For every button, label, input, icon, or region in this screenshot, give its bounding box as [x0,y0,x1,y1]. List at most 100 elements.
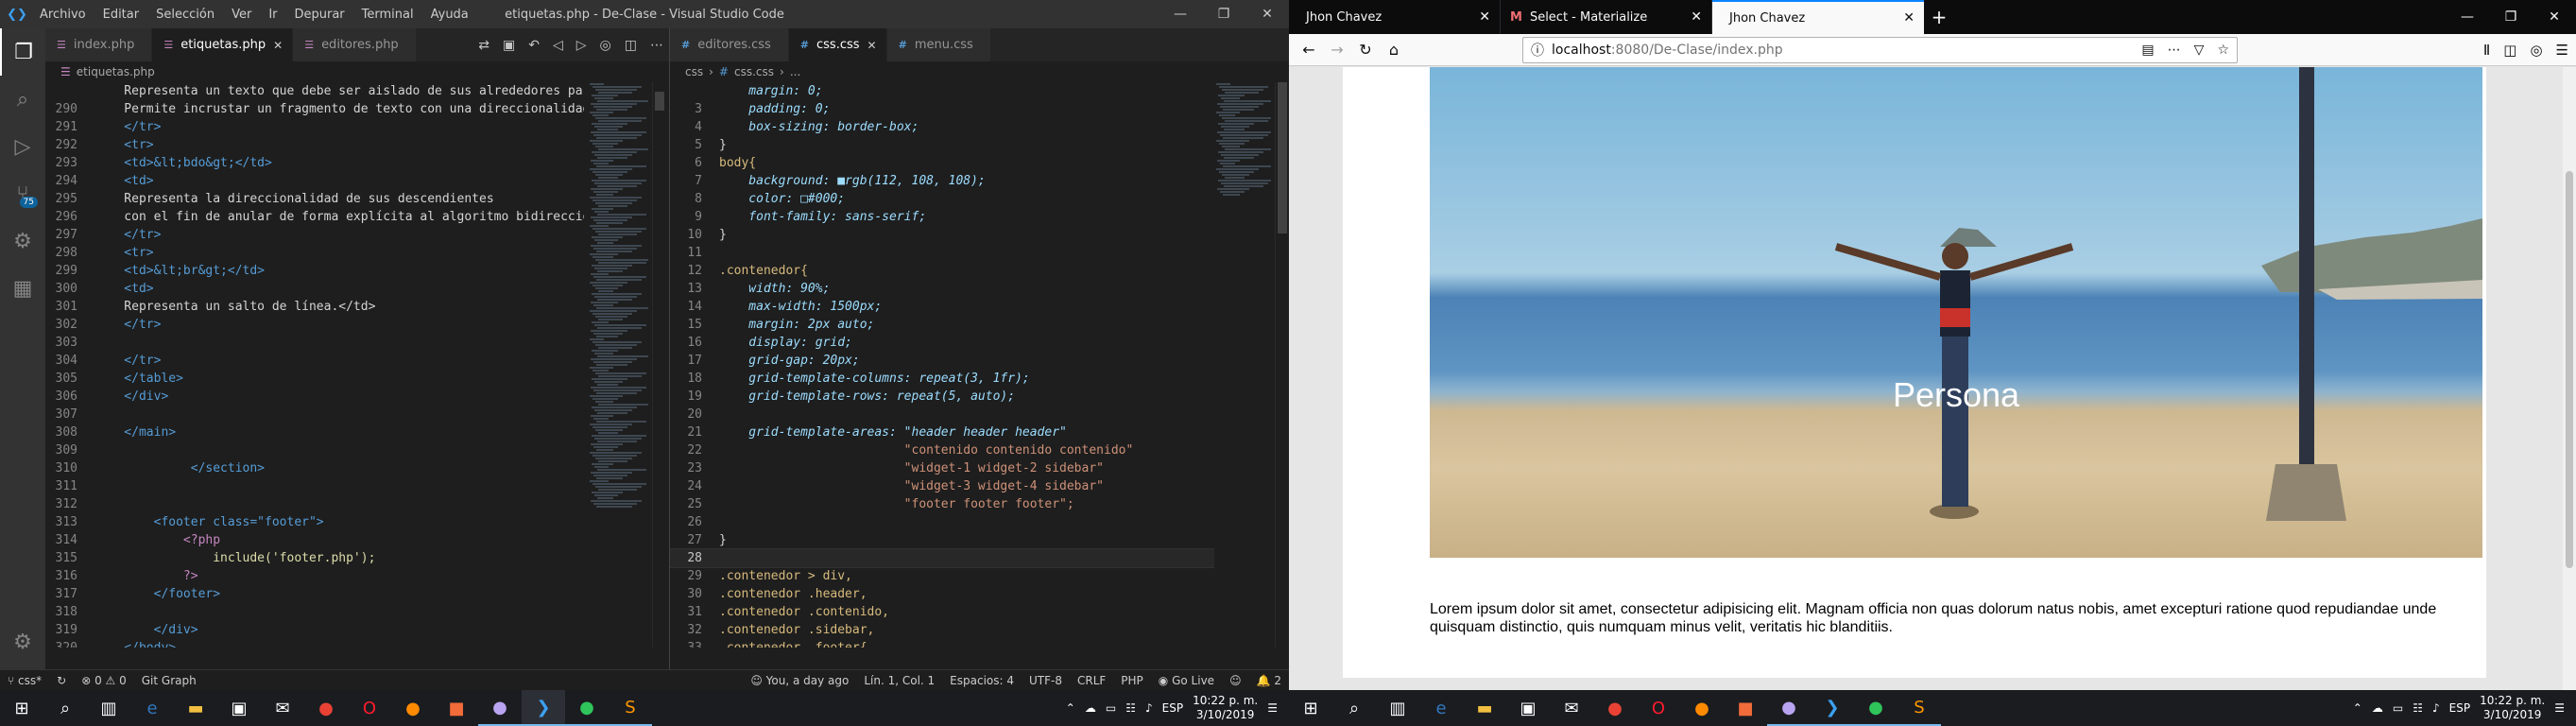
compare-icon[interactable]: ⇄ [478,38,489,53]
minimap-2[interactable] [1216,82,1271,648]
opera-icon[interactable]: O [1637,690,1680,726]
code-line[interactable]: Representa un texto que debe ser aislado… [45,82,584,100]
source-control-icon[interactable]: ⑂ 75 [0,170,45,217]
site-info-icon[interactable]: ⓘ [1531,41,1544,60]
account-icon[interactable]: ◎ [2530,42,2542,59]
vscode-taskbar-icon[interactable]: ❯ [522,690,565,726]
prev-change-icon[interactable]: ◁ [553,38,563,53]
explorer-icon[interactable]: ❐ [0,28,45,76]
taskbar-search-icon[interactable]: ⌕ [1332,690,1376,726]
bug-icon[interactable]: ⚙ [0,217,45,265]
close-icon[interactable]: ✕ [1245,0,1289,28]
action-center-icon[interactable]: ☰ [1267,701,1278,715]
reader-view-icon[interactable]: ▤ [2141,43,2154,58]
battery-icon[interactable]: ▭ [2393,701,2403,715]
minimize-icon[interactable]: — [1159,0,1202,28]
problems-indicator[interactable]: ⊗ 0 ⚠ 0 [81,674,127,687]
bookmark-star-icon[interactable]: ☆ [2217,43,2229,58]
tray-chevron-icon[interactable]: ⌃ [1066,701,1075,715]
menu-item[interactable]: Depurar [293,8,347,22]
menu-item[interactable]: Ir [266,8,279,22]
input-language[interactable]: ESP [2449,701,2470,715]
onedrive-icon[interactable]: ☁ [1085,701,1096,715]
git-lens-icon[interactable]: ◎ [600,38,611,53]
minimize-icon[interactable]: — [2446,0,2489,34]
code-line[interactable]: 312 [45,495,584,513]
start-icon[interactable]: ⊞ [1289,690,1332,726]
code-line[interactable]: 5} [670,136,1214,154]
code-line[interactable]: 16 display: grid; [670,334,1214,352]
close-icon[interactable]: ✕ [867,39,877,52]
code-line[interactable]: 9 font-family: sans-serif; [670,208,1214,226]
editor-tab[interactable]: # menu.css [886,28,991,61]
clock[interactable]: 10:22 p. m. 3/10/2019 [1193,694,1258,722]
breadcrumb-file[interactable]: etiquetas.php [77,65,155,78]
page-actions-icon[interactable]: ⋯ [2168,43,2181,58]
minimap-1[interactable] [590,82,648,648]
task-view-icon[interactable]: ▥ [1376,690,1419,726]
file-explorer-icon[interactable]: ▬ [1463,690,1506,726]
code-line[interactable]: 28 [670,548,1214,568]
code-line[interactable]: 303 [45,334,584,352]
discord-icon[interactable]: ● [1767,690,1811,726]
code-line[interactable]: 7 background: ■rgb(112, 108, 108); [670,172,1214,190]
git-graph-button[interactable]: Git Graph [142,674,197,687]
vscode-taskbar-icon[interactable]: ❯ [1811,690,1854,726]
menu-item[interactable]: Terminal [360,8,416,22]
menu-item[interactable]: Ayuda [429,8,471,22]
blame-info[interactable]: ☺ You, a day ago [750,674,849,687]
editor-tab[interactable]: ☰ index.php [45,28,153,61]
sublime-icon[interactable]: S [609,690,652,726]
code-line[interactable]: 309 [45,441,584,459]
sync-icon[interactable]: ↻ [57,674,66,687]
code-line[interactable]: 292 <tr> [45,136,584,154]
encoding[interactable]: UTF-8 [1029,674,1062,687]
code-line[interactable]: 8 color: □#000; [670,190,1214,208]
end-of-line[interactable]: CRLF [1077,674,1106,687]
code-line[interactable]: 11 [670,244,1214,262]
browser-tab[interactable]: Jhon Chavez ✕ [1289,0,1501,34]
extensions-icon[interactable]: ▦ [0,265,45,312]
spotify-icon[interactable]: ● [565,690,609,726]
code-line[interactable]: 26 [670,513,1214,531]
store-icon[interactable]: ▣ [1506,690,1550,726]
code-line[interactable]: 306 </div> [45,388,584,406]
code-line[interactable]: 29 .contenedor > div, [670,567,1214,585]
code-line[interactable]: 23 "widget-1 widget-2 sidebar" [670,459,1214,477]
menu-item[interactable]: Editar [101,8,142,22]
menu-item[interactable]: Ver [230,8,253,22]
cursor-position[interactable]: Lín. 1, Col. 1 [864,674,935,687]
code-line[interactable]: 320 </body> [45,639,584,648]
debug-icon[interactable]: ▷ [0,123,45,170]
code-line[interactable]: 6 body{ [670,154,1214,172]
code-line[interactable]: 311 [45,477,584,495]
code-line[interactable]: 296 con el fin de anular de forma explíc… [45,208,584,226]
library-icon[interactable]: Ⅱ [2483,42,2490,59]
tab-close-icon[interactable]: ✕ [1691,9,1702,25]
firefox-icon[interactable]: ● [1680,690,1724,726]
code-line[interactable]: 14 max-width: 1500px; [670,298,1214,316]
close-icon[interactable]: ✕ [273,39,283,52]
url-bar[interactable]: ⓘ localhost:8080/De-Clase/index.php ▤ ⋯ … [1522,37,2238,63]
menu-item[interactable]: Archivo [38,8,88,22]
more-actions-icon[interactable]: ⋯ [650,38,663,53]
onedrive-icon[interactable]: ☁ [2372,701,2383,715]
editor-tab[interactable]: ☰ editores.php [293,28,417,61]
code-line[interactable]: 291 </tr> [45,118,584,136]
code-line[interactable]: 13 width: 90%; [670,280,1214,298]
scroll-thumb-1[interactable] [655,92,664,111]
edge-icon[interactable]: e [1419,690,1463,726]
code-line[interactable]: 20 [670,406,1214,424]
code-line[interactable]: 12 .contenedor{ [670,262,1214,280]
menu-item[interactable]: Selección [154,8,216,22]
edge-icon[interactable]: e [130,690,174,726]
new-tab-plus-icon[interactable]: + [1924,0,1954,34]
code-line[interactable]: 294 <td> [45,172,584,190]
spotify-icon[interactable]: ● [1854,690,1898,726]
code-line[interactable]: 305 </table> [45,370,584,388]
pocket-icon[interactable]: ▽ [2194,43,2205,58]
discord-icon[interactable]: ● [478,690,522,726]
scrollbar-2[interactable] [1275,82,1288,648]
taskbar-search-icon[interactable]: ⌕ [43,690,87,726]
firefox-icon[interactable]: ● [391,690,435,726]
